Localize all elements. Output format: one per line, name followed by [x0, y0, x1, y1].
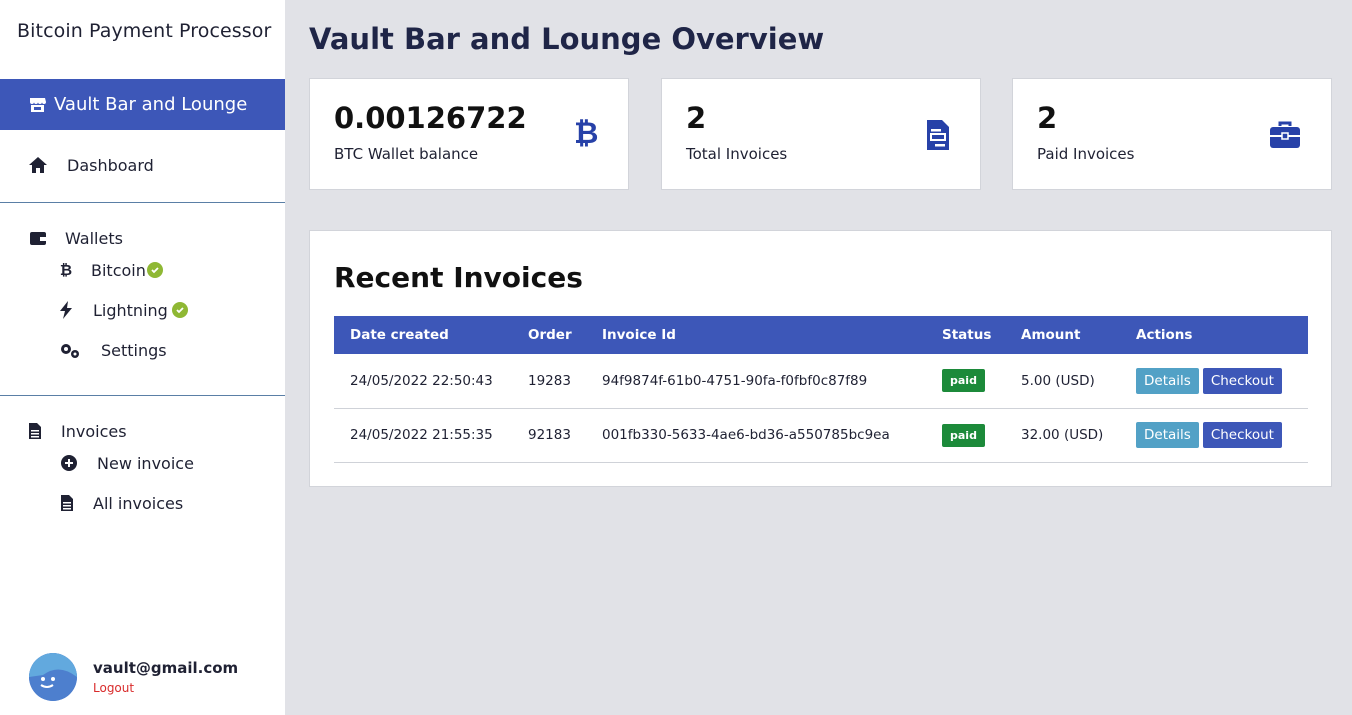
column-header: Order [528, 327, 572, 343]
status-badge: paid [942, 369, 985, 393]
divider [0, 202, 285, 203]
column-header: Actions [1136, 327, 1193, 343]
stat-label: Total Invoices [686, 145, 788, 163]
column-header: Invoice Id [602, 327, 676, 343]
store-icon [30, 97, 46, 112]
sidebar-item-settings[interactable]: Settings [59, 339, 167, 361]
cell-invoice-id: 001fb330-5633-4ae6-bd36-a550785bc9ea [602, 427, 890, 443]
cell-date: 24/05/2022 22:50:43 [350, 372, 493, 389]
sidebar-item-bitcoin[interactable]: ₿ Bitcoin [55, 259, 163, 281]
cell-amount: 5.00 (USD) [1021, 372, 1095, 389]
column-header: Status [942, 327, 992, 343]
home-icon [27, 154, 49, 176]
app-title: Bitcoin Payment Processor [17, 20, 272, 42]
stat-card-total-invoices: 2 Total Invoices [661, 78, 981, 190]
sidebar-item-invoices[interactable]: Invoices [24, 420, 127, 442]
bitcoin-icon: ₿ [59, 261, 73, 279]
file-icon [24, 420, 46, 442]
table-row: 24/05/2022 21:55:35 92183 001fb330-5633-… [334, 408, 1308, 462]
table-row: 24/05/2022 22:50:43 19283 94f9874f-61b0-… [334, 354, 1308, 408]
details-button[interactable]: Details [1136, 367, 1199, 394]
svg-text:₿: ₿ [574, 116, 598, 149]
gears-icon [59, 339, 81, 361]
sidebar-item-label: All invoices [93, 493, 184, 513]
logout-link[interactable]: Logout [93, 681, 134, 695]
cell-invoice-id: 94f9874f-61b0-4751-90fa-f0fbf0c87f89 [602, 372, 868, 389]
panel-title: Recent Invoices [334, 261, 583, 294]
sidebar-item-dashboard[interactable]: Dashboard [27, 154, 154, 176]
check-circle-icon [171, 302, 188, 318]
user-email: vault@gmail.com [93, 658, 239, 677]
invoices-table: Date created Order Invoice Id Status Amo… [334, 316, 1308, 463]
status-badge: paid [942, 423, 985, 447]
sidebar-item-new-invoice[interactable]: New invoice [58, 452, 194, 474]
recent-invoices-panel: Recent Invoices Date created Order Invoi… [309, 230, 1332, 487]
store-name: Vault Bar and Lounge [54, 94, 248, 115]
sidebar-item-lightning[interactable]: Lightning [55, 299, 188, 321]
stat-value: 0.00126722 [334, 101, 527, 135]
stat-card-paid-invoices: 2 Paid Invoices [1012, 78, 1332, 190]
stat-label: BTC Wallet balance [334, 145, 479, 163]
stat-value: 2 [686, 101, 707, 135]
sidebar-item-label: New invoice [97, 453, 194, 473]
sidebar-item-all-invoices[interactable]: All invoices [56, 492, 183, 514]
cell-order: 19283 [528, 372, 571, 389]
details-button[interactable]: Details [1136, 422, 1199, 448]
file-icon [56, 492, 78, 514]
sidebar: Bitcoin Payment Processor Vault Bar and … [0, 0, 285, 715]
sidebar-item-label: Lightning [93, 300, 168, 320]
checkout-button[interactable]: Checkout [1202, 422, 1282, 448]
sidebar-item-wallets[interactable]: Wallets [27, 227, 123, 249]
user-profile: vault@gmail.com Logout [29, 653, 238, 701]
column-header: Amount [1021, 327, 1081, 343]
lightning-icon [55, 299, 77, 321]
sidebar-item-label: Settings [101, 340, 167, 360]
table-header-row: Date created Order Invoice Id Status Amo… [334, 316, 1308, 354]
page-title: Vault Bar and Lounge Overview [309, 22, 825, 56]
bitcoin-icon: ₿ [574, 115, 598, 153]
divider [0, 395, 285, 396]
briefcase-icon [1269, 121, 1301, 153]
plus-circle-icon [58, 452, 80, 474]
check-circle-icon [146, 262, 163, 278]
stat-label: Paid Invoices [1037, 145, 1135, 163]
stat-card-balance: 0.00126722 BTC Wallet balance ₿ [309, 78, 629, 190]
sidebar-item-label: Wallets [65, 228, 123, 248]
stat-value: 2 [1037, 101, 1058, 135]
cell-date: 24/05/2022 21:55:35 [350, 427, 493, 443]
wallet-icon [27, 227, 49, 249]
sidebar-item-label: Invoices [61, 421, 127, 441]
cell-order: 92183 [528, 427, 571, 443]
avatar [29, 653, 77, 701]
cell-amount: 32.00 (USD) [1021, 427, 1104, 443]
checkout-button[interactable]: Checkout [1202, 367, 1282, 394]
store-selector[interactable]: Vault Bar and Lounge [0, 79, 285, 130]
column-header: Date created [350, 327, 449, 343]
sidebar-item-label: Bitcoin [91, 260, 146, 280]
sidebar-item-label: Dashboard [67, 155, 154, 175]
invoice-icon [926, 119, 950, 155]
